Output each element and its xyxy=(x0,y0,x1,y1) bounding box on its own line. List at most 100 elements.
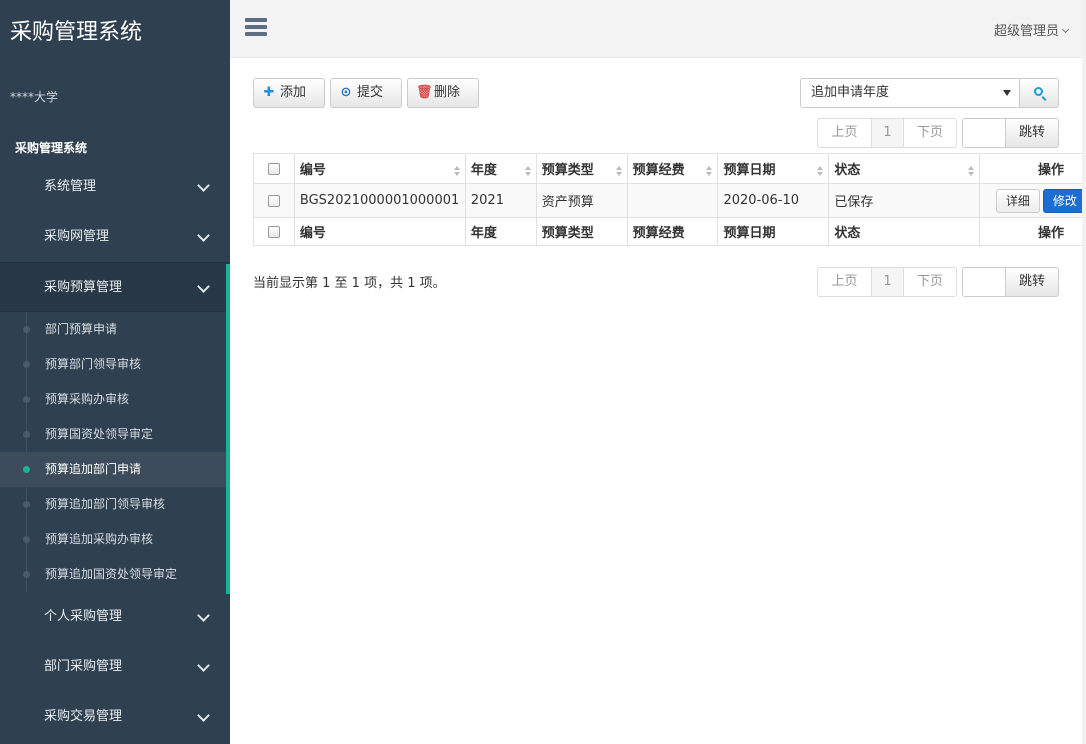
select-all-cell-footer xyxy=(253,217,295,246)
submenu-item[interactable]: 预算国资处领导审定 xyxy=(0,417,230,452)
column-header-actions: 操作 xyxy=(978,153,1086,184)
sidebar-item-trade[interactable]: 采购交易管理 xyxy=(0,692,230,742)
row-checkbox[interactable] xyxy=(267,194,280,207)
jump-page-input[interactable] xyxy=(962,267,1006,297)
hamburger-icon[interactable] xyxy=(245,18,267,38)
prev-page-button[interactable]: 上页 xyxy=(817,267,872,297)
bullet-icon xyxy=(23,571,30,578)
sidebar-item-budget[interactable]: 采购预算管理 xyxy=(0,262,230,312)
sidebar-item-label: 采购网管理 xyxy=(44,229,110,244)
column-header[interactable]: 预算经费 xyxy=(626,153,719,184)
sidebar-item-label: 采购交易管理 xyxy=(44,709,123,724)
column-header-label: 状态 xyxy=(834,163,861,178)
submenu-item[interactable]: 预算追加采购办审核 xyxy=(0,522,230,557)
chevron-down-icon xyxy=(197,709,210,722)
cell-type: 资产预算 xyxy=(535,183,628,218)
chevron-down-icon xyxy=(197,659,210,672)
search-icon xyxy=(1034,87,1043,96)
column-footer: 状态 xyxy=(828,217,980,246)
submenu-item[interactable]: 部门预算申请 xyxy=(0,312,230,347)
sidebar-item-label: 采购预算管理 xyxy=(44,280,123,295)
select-all-cell xyxy=(253,153,295,184)
chevron-down-icon xyxy=(197,609,210,622)
jump-page-input[interactable] xyxy=(962,118,1006,148)
table-row[interactable]: BGS2021000001000001 2021 资产预算 2020-06-10… xyxy=(253,183,1086,218)
jump-button[interactable]: 跳转 xyxy=(1005,118,1059,148)
bullet-icon xyxy=(23,326,30,333)
budget-table: 编号 年度 预算类型 预算经费 预算日期 状态 操作 BGS2021000001… xyxy=(253,153,1086,246)
submenu-item[interactable]: 预算追加国资处领导审定 xyxy=(0,557,230,592)
delete-button[interactable]: 🗑删除 xyxy=(407,78,479,108)
submenu-item-label: 预算采购办审核 xyxy=(45,392,130,406)
sidebar-item-label: 系统管理 xyxy=(44,179,97,194)
submenu-item-label: 预算追加国资处领导审定 xyxy=(45,567,178,581)
bullet-icon xyxy=(23,466,30,473)
column-header[interactable]: 编号 xyxy=(293,153,466,184)
page-scrollbar[interactable] xyxy=(1082,0,1086,744)
jump-button[interactable]: 跳转 xyxy=(1005,267,1059,297)
next-page-button[interactable]: 下页 xyxy=(903,267,957,297)
plus-icon: ✚ xyxy=(263,85,275,100)
page-number-button[interactable]: 1 xyxy=(871,267,904,297)
chevron-down-icon xyxy=(1061,25,1070,34)
column-header[interactable]: 预算日期 xyxy=(717,153,830,184)
main-content: ✚ 添加 ⊙ 提交 🗑删除 追加申请年度 上页 1 下页 跳转 编号 年度 预算类型… xyxy=(230,58,1086,744)
submit-button[interactable]: ⊙ 提交 xyxy=(330,78,402,108)
bullet-icon xyxy=(23,536,30,543)
submenu-item-label: 预算追加采购办审核 xyxy=(45,532,154,546)
app-title: 采购管理系统 xyxy=(10,20,143,45)
sidebar-item-personal[interactable]: 个人采购管理 xyxy=(0,592,230,642)
submenu-item[interactable]: 预算采购办审核 xyxy=(0,382,230,417)
year-select-value: 追加申请年度 xyxy=(811,85,890,100)
add-button[interactable]: ✚ 添加 xyxy=(253,78,325,108)
bullet-icon xyxy=(23,396,30,403)
column-footer: 预算日期 xyxy=(717,217,830,246)
cell-amount xyxy=(626,183,719,218)
column-footer: 编号 xyxy=(293,217,466,246)
submenu-item[interactable]: 预算部门领导审核 xyxy=(0,347,230,382)
row-select-cell xyxy=(253,183,295,218)
sidebar-item-procurement-web[interactable]: 采购网管理 xyxy=(0,212,230,262)
column-header-label: 年度 xyxy=(470,163,497,178)
organization-name: ****大学 xyxy=(10,90,59,104)
sidebar-menu: 系统管理 采购网管理 采购预算管理 部门预算申请 预算部门领导审核 预算采购办审… xyxy=(0,162,230,742)
prev-page-button[interactable]: 上页 xyxy=(817,118,872,148)
cell-date: 2020-06-10 xyxy=(717,183,830,218)
column-footer-actions: 操作 xyxy=(978,217,1086,246)
column-header-label: 预算日期 xyxy=(723,163,776,178)
trash-icon: 🗑 xyxy=(416,85,433,100)
submenu-item-label: 部门预算申请 xyxy=(45,322,118,336)
column-header-label: 编号 xyxy=(299,163,326,178)
select-all-checkbox[interactable] xyxy=(267,162,280,175)
edit-button[interactable]: 修改 xyxy=(1042,188,1086,213)
table-footer-row: 编号 年度 预算类型 预算经费 预算日期 状态 操作 xyxy=(253,217,1086,246)
submenu-item-label: 预算追加部门申请 xyxy=(45,462,142,476)
submenu-item-label: 预算国资处领导审定 xyxy=(45,427,154,441)
column-footer: 预算类型 xyxy=(535,217,628,246)
cell-year: 2021 xyxy=(464,183,537,218)
sidebar-item-label: 部门采购管理 xyxy=(44,659,123,674)
submenu-item-active[interactable]: 预算追加部门申请 xyxy=(0,452,230,487)
submit-button-label: 提交 xyxy=(357,85,384,100)
search-button[interactable] xyxy=(1019,78,1059,108)
column-header-label: 预算经费 xyxy=(632,163,685,178)
user-menu[interactable]: 超级管理员 xyxy=(994,20,1070,39)
sidebar-item-system[interactable]: 系统管理 xyxy=(0,162,230,212)
submenu-item-label: 预算部门领导审核 xyxy=(45,357,142,371)
select-all-checkbox-footer[interactable] xyxy=(267,225,280,238)
submenu-item[interactable]: 预算追加部门领导审核 xyxy=(0,487,230,522)
sidebar-item-department[interactable]: 部门采购管理 xyxy=(0,642,230,692)
page-number-button[interactable]: 1 xyxy=(871,118,904,148)
chevron-down-icon xyxy=(197,179,210,192)
next-page-button[interactable]: 下页 xyxy=(903,118,957,148)
column-header[interactable]: 年度 xyxy=(464,153,537,184)
column-header-label: 预算类型 xyxy=(541,163,594,178)
column-footer: 年度 xyxy=(464,217,537,246)
bullet-icon xyxy=(23,501,30,508)
add-button-label: 添加 xyxy=(280,85,307,100)
column-header[interactable]: 状态 xyxy=(828,153,980,184)
detail-button[interactable]: 详细 xyxy=(995,188,1040,213)
year-select[interactable]: 追加申请年度 xyxy=(800,78,1020,108)
column-header[interactable]: 预算类型 xyxy=(535,153,628,184)
table-summary: 当前显示第 1 至 1 项，共 1 项。 xyxy=(253,276,446,291)
